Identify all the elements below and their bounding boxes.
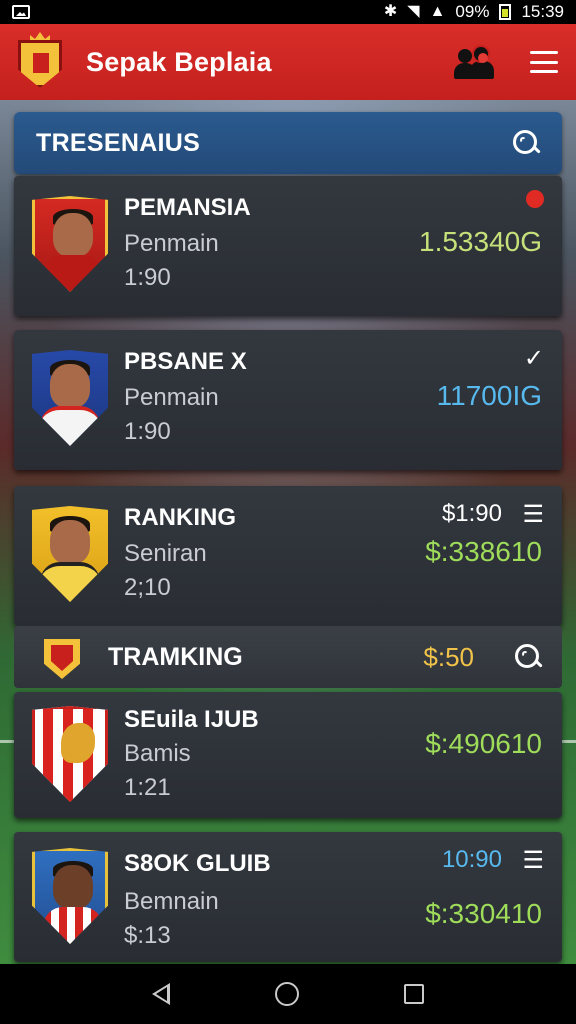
wifi-icon: ◥ xyxy=(407,3,420,20)
player-role: Seniran xyxy=(124,540,207,567)
player-card[interactable]: PEMANSIA Penmain 1:90 1.53340G xyxy=(14,176,562,316)
shield-icon xyxy=(18,40,62,88)
player-role: Penmain xyxy=(124,230,219,257)
ranking-bar: TRAMKING $:50 xyxy=(14,626,562,688)
club-name: S8OK GLUIB xyxy=(124,850,271,877)
section-title: TRESENAIUS xyxy=(36,128,201,157)
section-header: TRESENAIUS xyxy=(14,112,562,174)
club-card[interactable]: SEuila IJUB Bamis 1:21 $:490610 xyxy=(14,692,562,818)
ranking-value: $:50 xyxy=(423,641,474,672)
player-time: 1:90 xyxy=(124,264,171,291)
club-card[interactable]: S8OK GLUIB Bemnain $:13 10:90 ☰ $:330410 xyxy=(14,832,562,962)
edit-icon[interactable]: ✓ xyxy=(524,344,544,373)
club-badge xyxy=(32,706,108,802)
player-time: 1:90 xyxy=(124,418,171,445)
player-badge xyxy=(32,196,108,292)
signal-icon: ▲ xyxy=(429,3,446,20)
status-icons: ✱ ◥ ▲ 09% 15:39 xyxy=(384,2,564,22)
sort-icon[interactable]: ☰ xyxy=(522,500,544,529)
player-role: Penmain xyxy=(124,384,219,411)
sort-icon[interactable]: ☰ xyxy=(522,846,544,875)
player-value: $:338610 xyxy=(425,536,542,567)
battery-icon xyxy=(499,4,512,20)
player-badge xyxy=(32,506,108,602)
recent-apps-icon[interactable] xyxy=(403,984,424,1004)
club-crest-logo[interactable] xyxy=(12,32,68,92)
player-name: PEMANSIA xyxy=(124,194,251,221)
home-icon[interactable] xyxy=(274,982,299,1006)
club-role: Bamis xyxy=(124,740,191,767)
club-time: $:13 xyxy=(124,922,171,949)
player-card[interactable]: RANKING Seniran 2;10 $1:90 ☰ $:338610 xyxy=(14,486,562,626)
image-icon xyxy=(12,5,30,19)
clock: 15:39 xyxy=(521,2,564,21)
bluetooth-icon: ✱ xyxy=(383,3,398,20)
club-crest-icon xyxy=(42,633,82,681)
player-value: 11700IG xyxy=(436,380,542,411)
club-badge xyxy=(32,848,108,944)
ranking-title: TRAMKING xyxy=(108,642,243,671)
club-price: 10:90 xyxy=(441,846,502,873)
search-icon[interactable] xyxy=(514,643,542,671)
club-time: 1:21 xyxy=(124,774,171,801)
player-card[interactable]: PBSANE X Penmain 1:90 ✓ 11700IG xyxy=(14,330,562,470)
club-value: $:490610 xyxy=(425,728,542,759)
live-indicator xyxy=(526,190,544,208)
system-nav-bar xyxy=(0,964,576,1024)
back-icon[interactable] xyxy=(152,983,171,1005)
status-bar: ✱ ◥ ▲ 09% 15:39 xyxy=(0,0,576,24)
player-value: 1.53340G xyxy=(419,226,542,257)
player-price: $1:90 xyxy=(441,500,502,527)
club-value: $:330410 xyxy=(425,898,542,929)
app-title: Sepak Beplaia xyxy=(86,46,272,77)
people-icon[interactable] xyxy=(454,45,494,79)
player-badge xyxy=(32,350,108,446)
player-name: RANKING xyxy=(124,504,236,531)
player-name: PBSANE X xyxy=(124,348,247,375)
menu-icon[interactable] xyxy=(530,51,558,73)
club-name: SEuila IJUB xyxy=(124,706,259,733)
search-icon[interactable] xyxy=(512,129,540,157)
app-bar: Sepak Beplaia xyxy=(0,24,576,100)
battery-percent: 09% xyxy=(455,2,490,21)
player-time: 2;10 xyxy=(124,574,171,601)
club-role: Bemnain xyxy=(124,888,219,915)
